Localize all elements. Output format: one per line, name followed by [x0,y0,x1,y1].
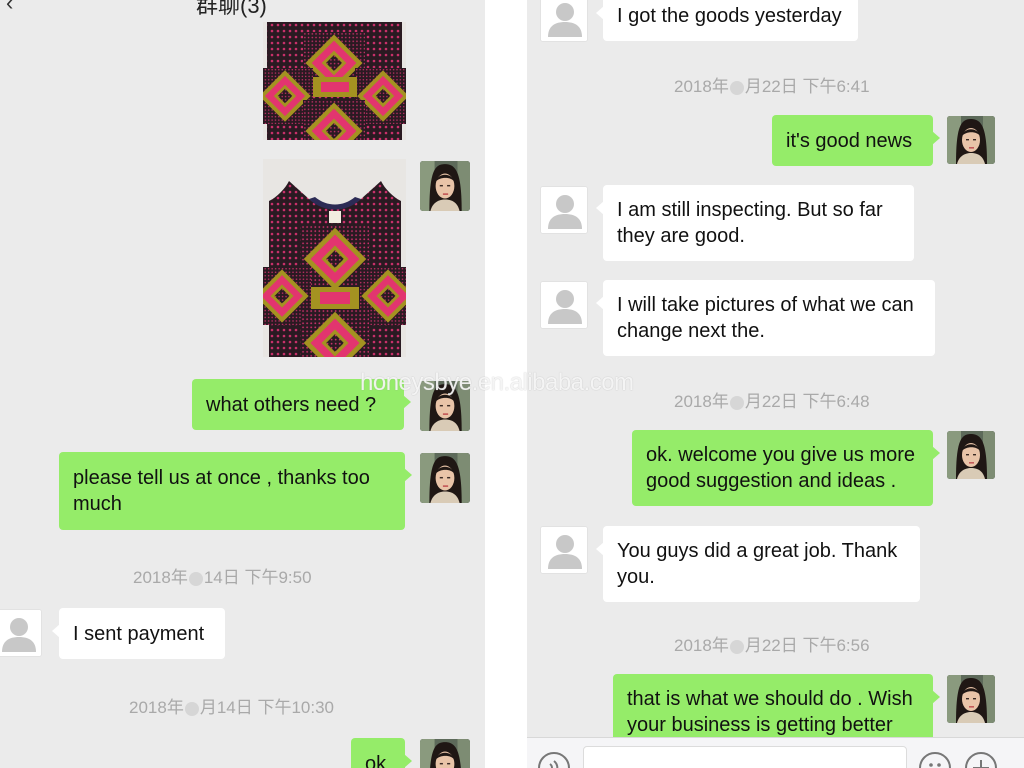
message-bubble-sent[interactable]: ok [351,738,412,768]
message-text: what others need ? [206,393,377,416]
redacted-mark [729,395,744,410]
message-text: it's good news [786,129,913,152]
message-bubble-received[interactable]: I will take pictures of what we can chan… [596,280,935,356]
message-text: I will take pictures of what we can chan… [617,294,914,342]
contact-avatar-default[interactable] [540,186,588,234]
sender-avatar-photo[interactable] [947,431,995,479]
chat-title: 群聊(3) [196,0,267,18]
message-text: that is what we should do . Wish your bu… [627,688,913,736]
message-text: ok. welcome you give us more good sugges… [646,444,916,492]
sender-avatar-photo[interactable] [420,453,470,503]
message-timestamp: 2018年 月14日 下午10:30 [129,698,335,717]
message-timestamp: 2018年 月22日 下午6:48 [674,392,870,411]
message-text: You guys did a great job. Thank you. [617,540,898,588]
message-timestamp: 2018年 月22日 下午6:41 [674,77,870,96]
plus-icon[interactable] [965,752,997,768]
message-text: I got the goods yesterday [617,4,842,27]
message-timestamp: 2018年 月22日 下午6:56 [674,636,870,655]
message-text: ok [365,752,387,768]
voice-icon[interactable] [538,752,570,768]
sender-avatar-photo[interactable] [947,675,995,723]
redacted-mark [729,80,744,95]
emoji-icon[interactable] [919,752,951,768]
contact-avatar-default[interactable] [540,526,588,574]
message-timestamp: 2018年 14日 下午9:50 [133,568,312,587]
sender-avatar-photo[interactable] [420,161,470,211]
dress-photo-top[interactable] [263,22,406,140]
dress-photo[interactable] [263,159,406,357]
message-bubble-received[interactable]: You guys did a great job. Thank you. [596,526,920,602]
sender-avatar-photo[interactable] [947,116,995,164]
message-input[interactable] [583,746,907,768]
message-bubble-sent[interactable]: ok. welcome you give us more good sugges… [632,430,940,506]
message-text: please tell us at once , thanks too much [73,467,370,515]
message-bubble-sent[interactable]: it's good news [772,115,940,166]
sender-avatar-photo[interactable] [420,739,470,768]
message-bubble-received[interactable]: I got the goods yesterday [596,0,858,41]
contact-avatar-default[interactable] [540,281,588,329]
message-text: I am still inspecting. But so far they a… [617,199,883,247]
message-text: I sent payment [73,622,205,645]
message-input-bar [527,737,1024,768]
watermark: honeysbye.en.alibaba.com [360,369,634,396]
message-bubble-sent[interactable]: please tell us at once , thanks too much [59,452,412,530]
redacted-mark [184,701,199,716]
contact-avatar-default[interactable] [0,609,42,657]
contact-avatar-default[interactable] [540,0,588,42]
chevron-left-icon[interactable]: ‹ [6,0,13,16]
chat-header: ‹ 群聊(3) [0,0,485,22]
message-bubble-received[interactable]: I sent payment [52,608,225,659]
redacted-mark [729,639,744,654]
redacted-mark [188,571,203,586]
message-bubble-received[interactable]: I am still inspecting. But so far they a… [596,185,914,261]
